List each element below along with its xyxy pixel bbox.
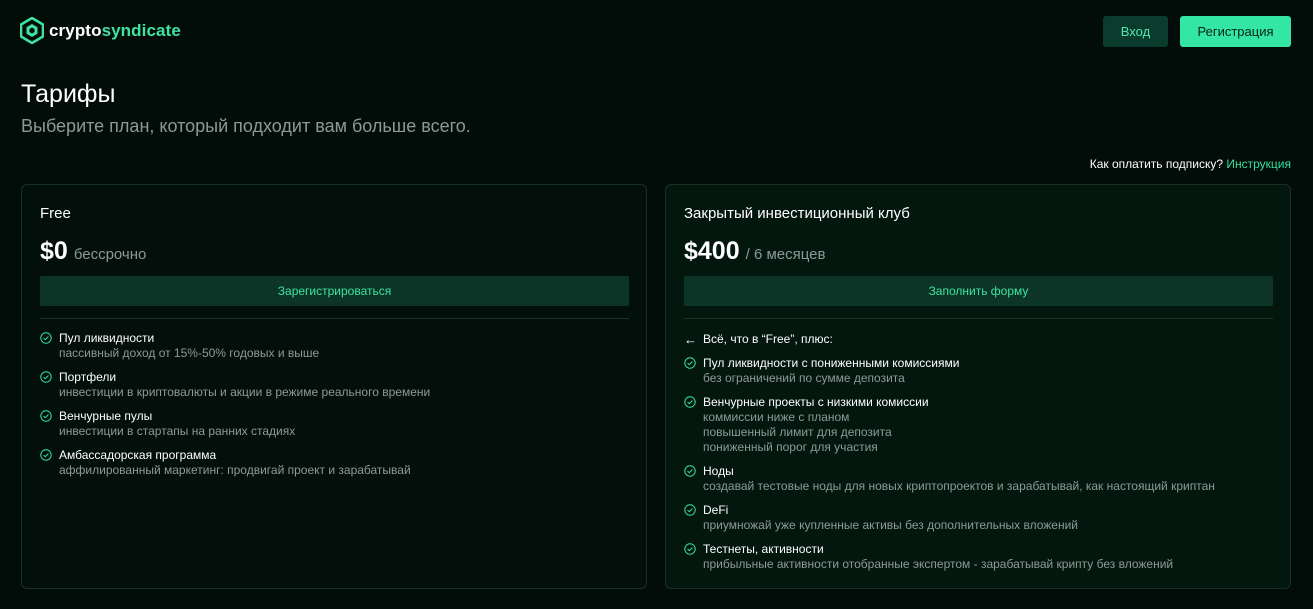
- feature-title: Пул ликвидности с пониженными комиссиями: [703, 356, 960, 370]
- plan-price: $0 бессрочно: [40, 237, 146, 266]
- top-header: cryptosyndicate Вход Регистрация: [0, 0, 1313, 64]
- check-circle-icon: [40, 371, 52, 383]
- check-circle-icon: [684, 465, 696, 477]
- feature-title: Венчурные пулы: [59, 409, 153, 423]
- feature-title: Пул ликвидности: [59, 331, 155, 345]
- plan-card-free: Free $0 бессрочно Зарегистрироваться Пул…: [21, 184, 647, 589]
- feature-item: Ноды создавай тестовые ноды для новых кр…: [684, 464, 1284, 494]
- logo-text: cryptosyndicate: [49, 20, 181, 40]
- price-amount: $400: [684, 237, 740, 265]
- feature-desc: аффилированный маркетинг: продвигай прое…: [59, 463, 411, 477]
- check-circle-icon: [40, 332, 52, 344]
- plan-name: Free: [40, 205, 71, 222]
- arrow-left-icon: ←: [684, 331, 697, 347]
- feature-item: Амбассадорская программа аффилированный …: [40, 448, 640, 478]
- payment-hint-text: Как оплатить подписку?: [1089, 157, 1224, 171]
- feature-desc: прибыльные активности отобранные эксперт…: [703, 557, 1174, 571]
- feature-desc: инвестиции в стартапы на ранних стадиях: [59, 424, 296, 438]
- fill-form-button[interactable]: Заполнить форму: [684, 276, 1273, 306]
- feature-item: Пул ликвидности с пониженными комиссиями…: [684, 356, 1284, 386]
- check-circle-icon: [684, 543, 696, 555]
- plan-card-club: Закрытый инвестиционный клуб $400 / 6 ме…: [665, 184, 1291, 589]
- login-button[interactable]: Вход: [1103, 16, 1168, 47]
- feature-desc: без ограничений по сумме депозита: [703, 371, 905, 385]
- feature-desc: пассивный доход от 15%-50% годовых и выш…: [59, 346, 320, 360]
- instruction-link[interactable]: Инструкция: [1226, 157, 1291, 171]
- brand-logo[interactable]: cryptosyndicate: [20, 17, 181, 44]
- plan-name: Закрытый инвестиционный клуб: [684, 205, 910, 222]
- plan-price: $400 / 6 месяцев: [684, 237, 825, 266]
- feature-desc: приумножай уже купленные активы без допо…: [703, 518, 1078, 532]
- feature-item: Портфели инвестиции в криптовалюты и акц…: [40, 370, 640, 400]
- logo-icon: [20, 17, 44, 44]
- feature-desc: повышенный лимит для депозита: [703, 425, 892, 439]
- check-circle-icon: [40, 449, 52, 461]
- pricing-page: cryptosyndicate Вход Регистрация Тарифы …: [0, 0, 1313, 609]
- check-circle-icon: [684, 504, 696, 516]
- feature-desc: пониженный порог для участия: [703, 440, 878, 454]
- feature-item: Тестнеты, активности прибыльные активнос…: [684, 542, 1284, 572]
- includes-free-note: ← Всё, что в “Free”, плюс:: [684, 331, 1284, 347]
- includes-free-text: Всё, что в “Free”, плюс:: [703, 332, 833, 346]
- divider: [684, 318, 1273, 319]
- feature-item: Венчурные проекты с низкими комиссии ком…: [684, 395, 1284, 455]
- feature-title: DeFi: [703, 503, 729, 517]
- register-button[interactable]: Регистрация: [1180, 16, 1291, 47]
- feature-list: Пул ликвидности пассивный доход от 15%-5…: [40, 331, 640, 487]
- page-title: Тарифы: [21, 80, 116, 108]
- signup-button[interactable]: Зарегистрироваться: [40, 276, 629, 306]
- price-period: / 6 месяцев: [745, 246, 826, 263]
- feature-list: ← Всё, что в “Free”, плюс: Пул ликвиднос…: [684, 331, 1284, 581]
- feature-title: Тестнеты, активности: [703, 542, 824, 556]
- feature-desc: инвестиции в криптовалюты и акции в режи…: [59, 385, 431, 399]
- feature-desc: создавай тестовые ноды для новых криптоп…: [703, 479, 1215, 493]
- feature-title: Портфели: [59, 370, 117, 384]
- page-subtitle: Выберите план, который подходит вам боль…: [21, 116, 471, 136]
- feature-item: Венчурные пулы инвестиции в стартапы на …: [40, 409, 640, 439]
- check-circle-icon: [40, 410, 52, 422]
- check-circle-icon: [684, 357, 696, 369]
- feature-title: Венчурные проекты с низкими комиссии: [703, 395, 929, 409]
- price-period: бессрочно: [73, 246, 147, 263]
- payment-hint: Как оплатить подписку? Инструкция: [1090, 157, 1291, 171]
- price-amount: $0: [40, 237, 68, 265]
- feature-item: Пул ликвидности пассивный доход от 15%-5…: [40, 331, 640, 361]
- feature-desc: коммиссии ниже с планом: [703, 410, 850, 424]
- feature-item: DeFi приумножай уже купленные активы без…: [684, 503, 1284, 533]
- feature-title: Ноды: [703, 464, 734, 478]
- divider: [40, 318, 629, 319]
- check-circle-icon: [684, 396, 696, 408]
- feature-title: Амбассадорская программа: [59, 448, 217, 462]
